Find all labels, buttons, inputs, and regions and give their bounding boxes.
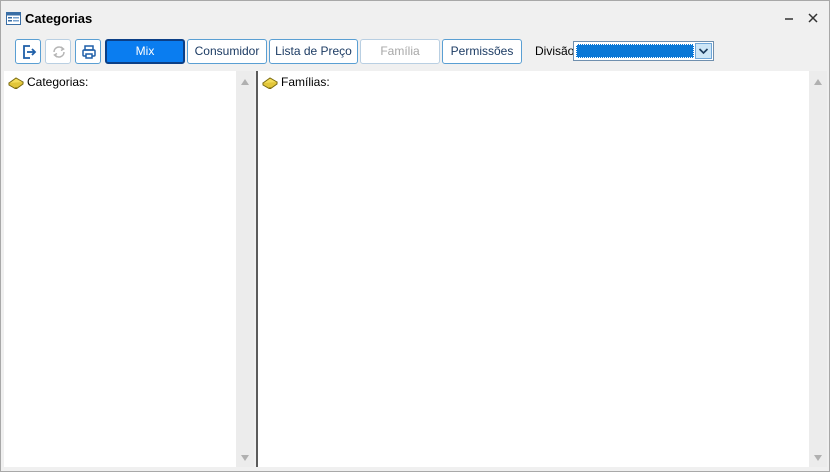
refresh-button[interactable] — [45, 39, 71, 64]
chevron-down-icon — [698, 48, 709, 55]
minimize-icon — [785, 18, 793, 20]
divisao-dropdown-button[interactable] — [695, 43, 712, 59]
print-icon — [82, 45, 96, 59]
close-icon — [808, 13, 818, 23]
exit-button[interactable] — [15, 39, 41, 64]
title-bar: Categorias — [1, 1, 829, 35]
categorias-tree[interactable]: Categorias: — [4, 71, 236, 467]
divisao-label: Divisão — [535, 44, 575, 58]
window-icon — [6, 12, 21, 25]
book-icon — [8, 77, 24, 89]
categorias-root-label: Categorias: — [27, 75, 89, 89]
print-button[interactable] — [75, 39, 101, 64]
refresh-icon — [53, 46, 65, 58]
familias-tree[interactable]: Famílias: — [258, 71, 809, 467]
mix-button[interactable]: Mix — [105, 39, 185, 64]
consumidor-button[interactable]: Consumidor — [187, 39, 267, 64]
book-icon — [262, 77, 278, 89]
familia-button[interactable]: Família — [360, 39, 440, 64]
familias-root-label: Famílias: — [281, 75, 330, 89]
scroll-up-arrow[interactable] — [241, 79, 249, 85]
window-title: Categorias — [25, 11, 93, 26]
lista-de-preco-button[interactable]: Lista de Preço — [269, 39, 358, 64]
toolbar: Mix Consumidor Lista de Preço Família Pe… — [1, 35, 829, 69]
scroll-down-arrow[interactable] — [241, 455, 249, 461]
minimize-button[interactable] — [780, 9, 798, 27]
categorias-scrollbar[interactable] — [236, 71, 254, 467]
close-button[interactable] — [804, 9, 822, 27]
permissoes-button[interactable]: Permissões — [442, 39, 522, 64]
scroll-up-arrow[interactable] — [814, 79, 822, 85]
scroll-down-arrow[interactable] — [814, 455, 822, 461]
familias-scrollbar[interactable] — [809, 71, 827, 467]
categorias-window: Categorias Mix Consumidor Lista de Preço… — [0, 0, 830, 472]
exit-icon — [23, 45, 37, 59]
divisao-selected-value — [576, 44, 694, 58]
divisao-select[interactable] — [573, 41, 714, 61]
